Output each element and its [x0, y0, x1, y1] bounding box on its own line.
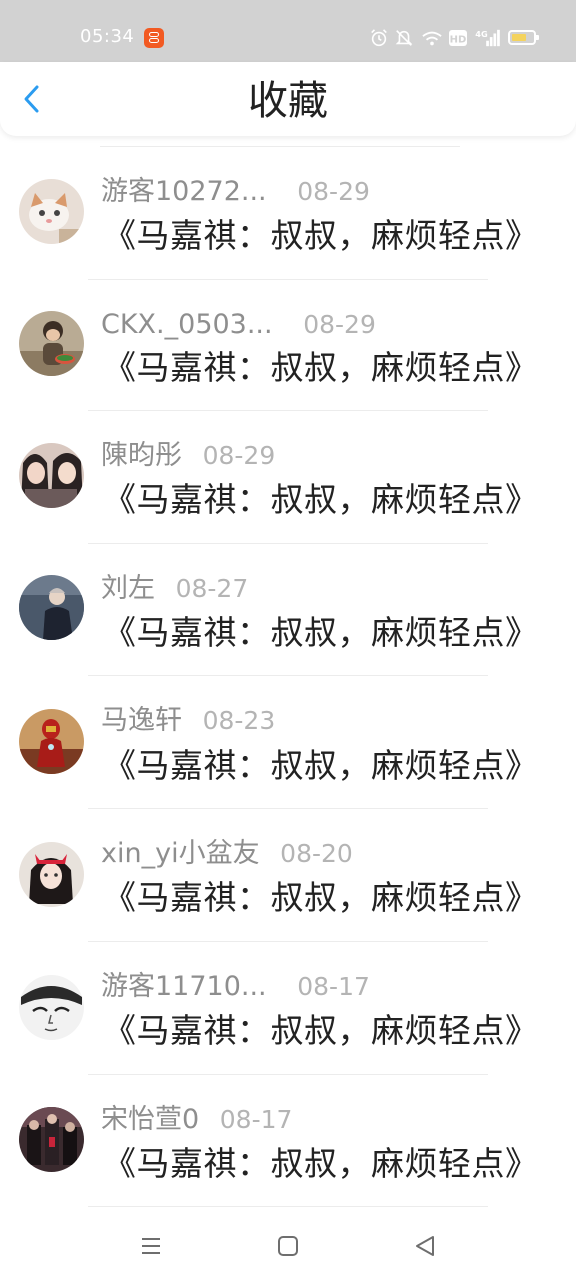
cat-photo	[19, 179, 84, 244]
app-badge-icon	[144, 28, 164, 48]
signal-4g-icon: 4G	[475, 29, 500, 47]
date: 08-23	[202, 706, 276, 735]
username[interactable]: 马逸轩	[101, 705, 182, 736]
divider	[88, 1206, 488, 1207]
home-icon[interactable]	[276, 1234, 300, 1258]
two-girls-photo	[19, 443, 84, 508]
date: 08-17	[297, 972, 370, 1001]
child-photo	[19, 311, 84, 376]
username[interactable]: 刘左	[101, 573, 155, 604]
item-meta: 马逸轩 08-23	[101, 704, 275, 738]
username[interactable]: CKX._0503...	[101, 309, 273, 340]
item-meta: CKX._0503... 08-29	[101, 308, 376, 342]
list-item[interactable]: xin_yi小盆友 08-20 《马嘉祺：叔叔，麻烦轻点》	[0, 808, 576, 941]
person-lake-photo	[19, 575, 84, 640]
svg-text:HD: HD	[450, 35, 467, 46]
item-title[interactable]: 《马嘉祺：叔叔，麻烦轻点》	[103, 1011, 539, 1051]
date: 08-29	[303, 310, 376, 339]
header: 收藏	[0, 62, 576, 136]
list-item[interactable]: 游客11710... 08-17 《马嘉祺：叔叔，麻烦轻点》	[0, 941, 576, 1074]
username[interactable]: 游客11710...	[101, 971, 267, 1002]
svg-text:4G: 4G	[475, 29, 488, 39]
date: 08-29	[202, 441, 276, 470]
page-title: 收藏	[248, 78, 328, 124]
item-title[interactable]: 《马嘉祺：叔叔，麻烦轻点》	[103, 348, 539, 388]
dark-group-photo	[19, 1107, 84, 1172]
item-meta: 刘左 08-27	[101, 572, 248, 606]
list-item[interactable]: 宋怡萱0 08-17 《马嘉祺：叔叔，麻烦轻点》	[0, 1074, 576, 1207]
date: 08-27	[175, 574, 249, 603]
date: 08-17	[219, 1105, 293, 1134]
status-time: 05:34	[80, 26, 135, 47]
avatar[interactable]	[19, 842, 84, 907]
back-triangle-icon[interactable]	[413, 1234, 437, 1258]
avatar[interactable]	[19, 179, 84, 244]
sketch-face-photo	[19, 975, 84, 1040]
username[interactable]: 陳昀彤	[101, 440, 182, 471]
list-item[interactable]: 陳昀彤 08-29 《马嘉祺：叔叔，麻烦轻点》	[0, 410, 576, 543]
item-meta: xin_yi小盆友 08-20	[101, 837, 353, 871]
item-title[interactable]: 《马嘉祺：叔叔，麻烦轻点》	[103, 1144, 539, 1184]
date: 08-20	[280, 839, 353, 868]
avatar[interactable]	[19, 311, 84, 376]
iron-man-photo	[19, 709, 84, 774]
username[interactable]: 游客10272...	[101, 176, 267, 207]
battery-icon	[508, 30, 539, 45]
battery-level	[512, 34, 526, 41]
avatar[interactable]	[19, 1107, 84, 1172]
item-meta: 游客11710... 08-17	[101, 970, 370, 1004]
username[interactable]: xin_yi小盆友	[101, 838, 260, 869]
girl-headband-photo	[19, 842, 84, 907]
avatar[interactable]	[19, 443, 84, 508]
hd-icon: HD	[449, 30, 467, 46]
item-title[interactable]: 《马嘉祺：叔叔，麻烦轻点》	[103, 878, 539, 918]
menu-icon[interactable]	[139, 1234, 163, 1258]
item-title[interactable]: 《马嘉祺：叔叔，麻烦轻点》	[103, 480, 539, 520]
username[interactable]: 宋怡萱0	[101, 1104, 199, 1135]
list-item[interactable]: 游客10272... 08-29 《马嘉祺：叔叔，麻烦轻点》	[0, 146, 576, 279]
item-meta: 游客10272... 08-29	[101, 175, 370, 209]
system-nav-bar	[0, 1210, 576, 1280]
item-meta: 宋怡萱0 08-17	[101, 1103, 292, 1137]
mute-icon	[395, 30, 413, 46]
avatar[interactable]	[19, 709, 84, 774]
list-item[interactable]: CKX._0503... 08-29 《马嘉祺：叔叔，麻烦轻点》	[0, 279, 576, 412]
item-title[interactable]: 《马嘉祺：叔叔，麻烦轻点》	[103, 746, 539, 786]
avatar[interactable]	[19, 575, 84, 640]
wifi-icon	[422, 31, 442, 46]
avatar[interactable]	[19, 975, 84, 1040]
list-item[interactable]: 刘左 08-27 《马嘉祺：叔叔，麻烦轻点》	[0, 543, 576, 676]
date: 08-29	[297, 177, 370, 206]
item-title[interactable]: 《马嘉祺：叔叔，麻烦轻点》	[103, 613, 539, 653]
alarm-icon	[371, 29, 387, 47]
list-item[interactable]: 马逸轩 08-23 《马嘉祺：叔叔，麻烦轻点》	[0, 675, 576, 808]
item-title[interactable]: 《马嘉祺：叔叔，麻烦轻点》	[103, 216, 539, 256]
item-meta: 陳昀彤 08-29	[101, 439, 275, 473]
status-bar: 05:34 HD 4G	[0, 0, 576, 62]
